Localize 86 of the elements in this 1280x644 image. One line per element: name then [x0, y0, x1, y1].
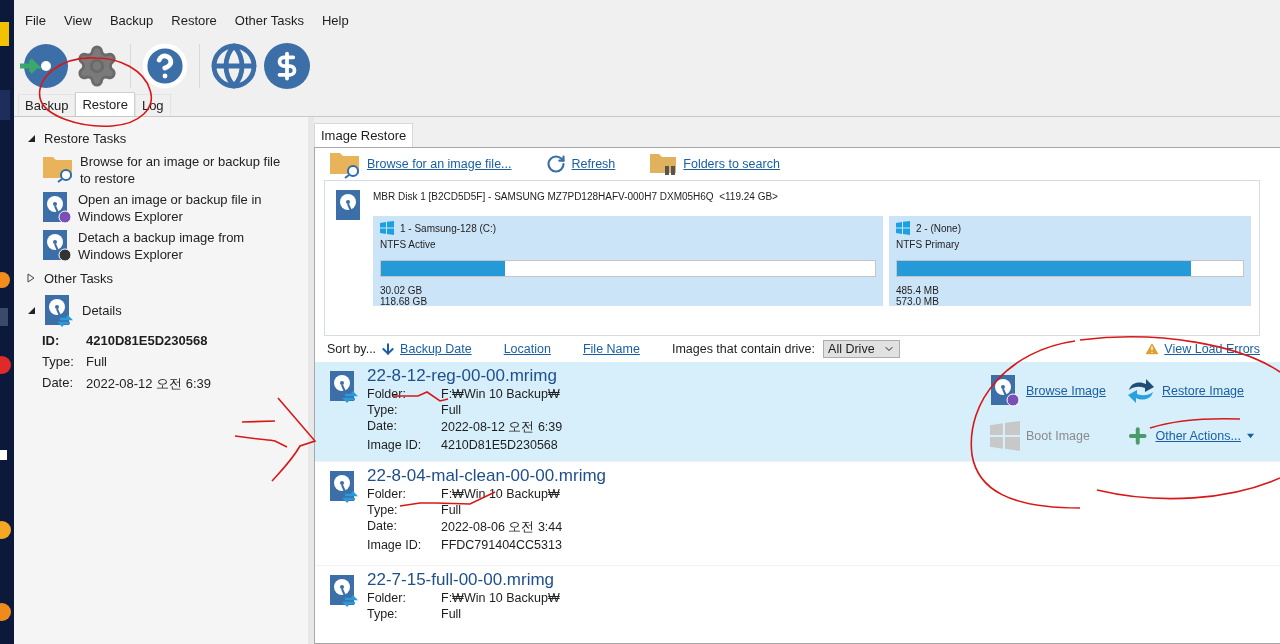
menu-item[interactable]: File	[18, 12, 53, 28]
partition-type: NTFS Active	[380, 239, 437, 250]
sort-link[interactable]: Backup Date	[400, 342, 472, 356]
partition-name: 1 - Samsung-128 (C:)	[400, 222, 497, 234]
sort-link[interactable]: File Name	[582, 342, 640, 356]
disk-sync-icon	[44, 293, 74, 327]
used-size: 30.02 GB	[380, 285, 424, 296]
dropdown-arrow-icon	[1246, 433, 1254, 439]
partition-card[interactable]: 2 - (None) NTFS Primary 485.4 MB 573.0 MB	[889, 216, 1251, 306]
field-label: Folder:	[367, 387, 407, 401]
field-value: FFDC791404CC5313	[441, 538, 563, 552]
disk-sync-icon	[329, 370, 359, 403]
field-value: Full	[441, 503, 463, 517]
sort-link[interactable]: Location	[503, 342, 551, 356]
disk-arrow-icon[interactable]	[18, 42, 70, 90]
menu-item[interactable]: Restore	[164, 12, 224, 28]
menu-item[interactable]: Other Tasks	[227, 12, 311, 28]
sort-label: Sort by...	[327, 342, 377, 356]
image-file-name: 22-8-04-mal-clean-00-00.mrimg	[367, 466, 607, 486]
disk-download-icon	[42, 229, 72, 262]
field-value: F:₩Win 10 Backup₩	[441, 487, 561, 501]
collapse-arrow-icon[interactable]	[26, 133, 36, 143]
menu-item[interactable]: View	[56, 12, 99, 28]
task-link[interactable]: Browse for an image or backup file to restore	[80, 153, 290, 187]
disk-pointer-icon	[42, 191, 72, 224]
field-value: Full	[86, 354, 108, 369]
field-label: Image ID:	[367, 538, 423, 552]
total-size: 573.0 MB	[896, 296, 940, 307]
menu-item[interactable]: Help	[314, 12, 356, 28]
action-link[interactable]: Other Actions...	[1126, 421, 1254, 451]
toolbar-link[interactable]: Browse for an image file...	[329, 149, 512, 179]
tab[interactable]: Restore	[75, 92, 135, 116]
task-link[interactable]: Detach a backup image from Windows Explorer	[78, 229, 288, 263]
field-value: F:₩Win 10 Backup₩	[441, 591, 560, 605]
expand-arrow-icon[interactable]	[26, 273, 36, 283]
section-title: Other Tasks	[44, 270, 114, 286]
windows-logo-icon	[896, 221, 910, 235]
field-value: 2022-08-12 오전 6:39	[86, 375, 213, 393]
menu-item[interactable]: Backup	[102, 12, 161, 28]
drive-dropdown[interactable]: All Drive	[823, 340, 900, 358]
toolbar-link[interactable]: Refresh	[545, 154, 616, 174]
field-value: 4210D81E5D230568	[441, 438, 559, 452]
windows-logo-icon	[380, 221, 394, 235]
field-value: F:₩Win 10 Backup₩	[441, 387, 561, 401]
section-title: Details	[82, 302, 122, 318]
field-value: Full	[441, 403, 463, 417]
disk-title: MBR Disk 1 [B2CD5D5F] - SAMSUNG MZ7PD128HAFV-000H7 DXM05H6Q <119.24 GB>	[373, 191, 779, 202]
field-label: Folder:	[367, 591, 407, 605]
image-file-name: 22-8-12-reg-00-00.mrimg	[367, 366, 558, 386]
field-value: 2022-08-06 오전 3:44	[441, 519, 564, 536]
field-label: Date:	[367, 519, 398, 535]
action-link[interactable]: Browse Image	[990, 374, 1126, 407]
task-link[interactable]: Open an image or backup file in Windows Explorer	[78, 191, 288, 225]
partition-name: 2 - (None)	[916, 222, 961, 234]
warning-icon	[1144, 341, 1161, 357]
disk-pointer-icon	[990, 374, 1020, 407]
image-file-name: 22-7-15-full-00-00.mrimg	[367, 570, 556, 590]
field-label: ID:	[42, 333, 61, 348]
field-value: Full	[441, 607, 463, 621]
refresh-icon	[545, 154, 566, 174]
filter-label: Images that contain drive:	[671, 342, 816, 356]
field-label: Type:	[42, 354, 75, 369]
total-size: 118.68 GB	[380, 296, 429, 307]
field-label: Date:	[42, 375, 75, 392]
dollar-icon[interactable]	[262, 41, 312, 91]
field-label: Date:	[367, 419, 398, 435]
action-link[interactable]: Restore Image	[1126, 374, 1254, 407]
partition-card[interactable]: 1 - Samsung-128 (C:) NTFS Active 30.02 GB 118.68 GB	[373, 216, 883, 306]
field-label: Type:	[367, 503, 399, 517]
toolbar-link[interactable]: Folders to search	[649, 151, 780, 177]
windows-logo-icon	[990, 421, 1020, 451]
section-title: Restore Tasks	[44, 130, 127, 146]
field-label: Image ID:	[367, 438, 423, 452]
help-icon[interactable]	[141, 42, 189, 90]
disk-sync-icon	[329, 574, 359, 607]
disk-sync-icon	[329, 470, 359, 503]
panel-tab[interactable]: Image Restore	[314, 123, 414, 147]
globe-download-icon[interactable]	[210, 42, 258, 90]
used-size: 485.4 MB	[896, 285, 940, 296]
field-value: 4210D81E5D230568	[86, 333, 209, 348]
field-label: Type:	[367, 607, 399, 621]
partition-type: NTFS Primary	[896, 239, 961, 250]
field-value: 2022-08-12 오전 6:39	[441, 419, 563, 436]
field-label: Type:	[367, 403, 399, 417]
collapse-arrow-icon[interactable]	[26, 305, 36, 315]
field-label: Folder:	[367, 487, 407, 501]
